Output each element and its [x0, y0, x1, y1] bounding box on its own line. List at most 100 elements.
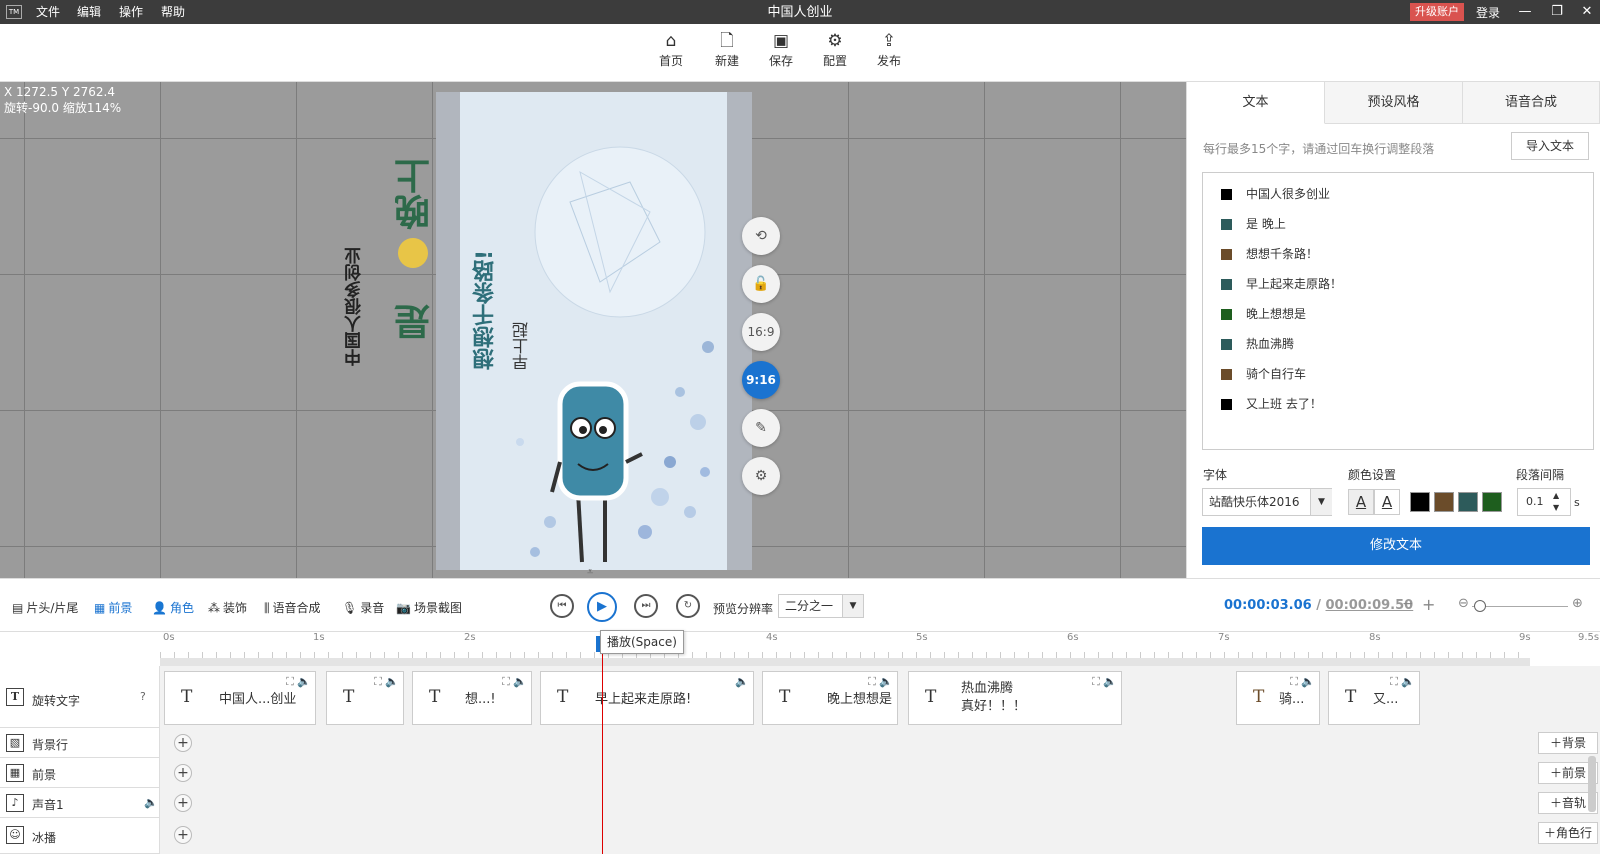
login-button[interactable]: 登录: [1476, 0, 1500, 26]
tab-preset-style[interactable]: 预设风格: [1325, 82, 1463, 124]
add-audio-icon[interactable]: +: [174, 794, 192, 812]
clip-audio-icon[interactable]: ⛶ 🔈: [502, 675, 527, 689]
text-clip[interactable]: T 热血沸腾 真好！！！ ⛶ 🔈: [908, 671, 1122, 725]
palette-teal[interactable]: [1458, 492, 1478, 512]
menu-help[interactable]: 帮助: [161, 0, 185, 24]
timeline-scrollbar[interactable]: [1588, 756, 1596, 812]
spacing-input[interactable]: 0.1: [1517, 488, 1571, 516]
preview-text-morning[interactable]: 早上起: [510, 310, 534, 370]
clip-audio-icon[interactable]: ⛶ 🔈: [1390, 675, 1415, 689]
tick-label: 6s: [1067, 632, 1079, 643]
tick-label: 5s: [916, 632, 928, 643]
clip-audio-icon[interactable]: ⛶ 🔈: [1290, 675, 1315, 689]
gear-icon: ⚙: [754, 468, 768, 484]
clip-audio-icon[interactable]: ⛶ 🔈: [374, 675, 399, 689]
settings-button[interactable]: ⚙: [742, 457, 780, 495]
help-icon[interactable]: ?: [140, 690, 146, 703]
new-button[interactable]: 🗋 新建: [702, 30, 752, 70]
skip-forward-icon[interactable]: ⏭: [634, 594, 658, 618]
playhead[interactable]: [602, 632, 603, 854]
clip-audio-icon[interactable]: ⛶ 🔈: [868, 675, 893, 689]
text-clip[interactable]: T 又... ⛶ 🔈: [1328, 671, 1420, 725]
import-text-button[interactable]: 导入文本: [1511, 132, 1589, 160]
tab-decoration[interactable]: ⁂ 装饰: [208, 600, 247, 616]
person-icon: ☺: [6, 826, 24, 844]
tab-intro-outro[interactable]: ▤ 片头/片尾: [12, 600, 78, 616]
publish-button[interactable]: ⇪ 发布: [864, 30, 914, 70]
preview-text-is[interactable]: 是: [390, 270, 442, 340]
text-clip[interactable]: T 想...! ⛶ 🔈: [412, 671, 532, 725]
skip-back-icon[interactable]: ⏮: [550, 594, 574, 618]
text-clip[interactable]: T 晚上想想是 ⛶ 🔈: [762, 671, 898, 725]
minus-icon[interactable]: −: [1402, 596, 1414, 612]
track-foreground[interactable]: ▦ 前景: [0, 758, 160, 788]
decoration-icon: ⁂: [208, 601, 220, 615]
text-stroke-color-icon[interactable]: A: [1374, 489, 1400, 515]
plus-icon[interactable]: +: [1422, 595, 1435, 614]
tab-record[interactable]: 🎙 录音: [342, 600, 384, 616]
text-clip[interactable]: T 中国人...创业 ⛶ 🔈: [164, 671, 316, 725]
add-background-track-button[interactable]: ＋背景: [1538, 732, 1598, 754]
track-character[interactable]: ☺ 冰播: [0, 818, 160, 854]
preview-text-roads[interactable]: 想想千条路!: [470, 200, 502, 370]
lock-button[interactable]: 🔓: [742, 265, 780, 303]
text-clip[interactable]: T ⛶ 🔈: [326, 671, 404, 725]
clip-audio-icon[interactable]: 🔈: [735, 675, 749, 688]
add-foreground-icon[interactable]: +: [174, 764, 192, 782]
text-fill-color-icon[interactable]: A: [1348, 489, 1374, 515]
tab-tts[interactable]: ⫼ 语音合成: [264, 600, 321, 616]
collapse-icon[interactable]: ⩡: [587, 565, 593, 579]
palette-green[interactable]: [1482, 492, 1502, 512]
maximize-icon[interactable]: ❐: [1544, 0, 1570, 24]
ratio-16-9-button[interactable]: 16:9: [742, 313, 780, 351]
save-icon: ▣: [772, 31, 790, 51]
replay-icon[interactable]: ↻: [676, 594, 700, 618]
minimize-icon[interactable]: —: [1512, 0, 1538, 24]
home-icon: ⌂: [665, 31, 677, 51]
text-clip[interactable]: T 早上起来走原路! 🔈: [540, 671, 754, 725]
timeline-ruler[interactable]: [160, 632, 1530, 666]
track-rotating-text[interactable]: T 旋转文字 ?: [0, 666, 160, 728]
menu-edit[interactable]: 编辑: [77, 0, 101, 24]
track-background[interactable]: ▧ 背景行: [0, 728, 160, 758]
menu-operate[interactable]: 操作: [119, 0, 143, 24]
palette-brown[interactable]: [1434, 492, 1454, 512]
rotate-button[interactable]: ⟲: [742, 217, 780, 255]
tab-character[interactable]: 👤 角色: [152, 600, 194, 616]
chevron-down-icon[interactable]: ▼: [842, 595, 863, 617]
menu-file[interactable]: 文件: [36, 0, 60, 24]
upgrade-button[interactable]: 升级账户: [1410, 3, 1464, 21]
tab-text[interactable]: 文本: [1187, 82, 1325, 124]
chevron-down-icon[interactable]: ▼: [1310, 489, 1332, 515]
pencil-icon: ✎: [755, 420, 767, 436]
zoom-slider[interactable]: [1472, 606, 1568, 607]
ratio-9-16-button[interactable]: 9:16: [742, 361, 780, 399]
track-audio[interactable]: ♪ 声音1 🔈: [0, 788, 160, 818]
clip-audio-icon[interactable]: ⛶ 🔈: [1092, 675, 1117, 689]
add-background-icon[interactable]: +: [174, 734, 192, 752]
edit-button[interactable]: ✎: [742, 409, 780, 447]
config-button[interactable]: ⚙ 配置: [810, 30, 860, 70]
speaker-icon[interactable]: 🔈: [144, 796, 158, 809]
palette-black[interactable]: [1410, 492, 1430, 512]
tab-foreground[interactable]: ▦ 前景: [94, 600, 132, 616]
zoom-out-icon[interactable]: ⊖: [1458, 596, 1469, 611]
add-character-track-button[interactable]: ＋角色行: [1538, 822, 1598, 844]
zoom-in-icon[interactable]: ⊕: [1572, 596, 1583, 611]
add-character-icon[interactable]: +: [174, 826, 192, 844]
color-swatch: [1221, 249, 1232, 260]
text-clip[interactable]: T 骑... ⛶ 🔈: [1236, 671, 1320, 725]
preview-text-chinese[interactable]: 中国人很多创业: [342, 180, 367, 366]
tick-label: 4s: [766, 632, 778, 643]
zoom-slider-handle[interactable]: [1474, 600, 1486, 612]
close-icon[interactable]: ✕: [1574, 0, 1600, 24]
home-button[interactable]: ⌂ 首页: [646, 30, 696, 70]
save-button[interactable]: ▣ 保存: [756, 30, 806, 70]
spinner-icon[interactable]: ▲ ▼: [1553, 490, 1559, 514]
preview-text-night[interactable]: 晚上: [390, 120, 442, 230]
play-button[interactable]: ▶: [587, 592, 617, 622]
tab-screenshot[interactable]: 📷 场景截图: [396, 600, 462, 616]
modify-text-button[interactable]: 修改文本: [1202, 527, 1590, 565]
clip-audio-icon[interactable]: ⛶ 🔈: [286, 675, 311, 689]
tab-tts[interactable]: 语音合成: [1463, 82, 1600, 124]
